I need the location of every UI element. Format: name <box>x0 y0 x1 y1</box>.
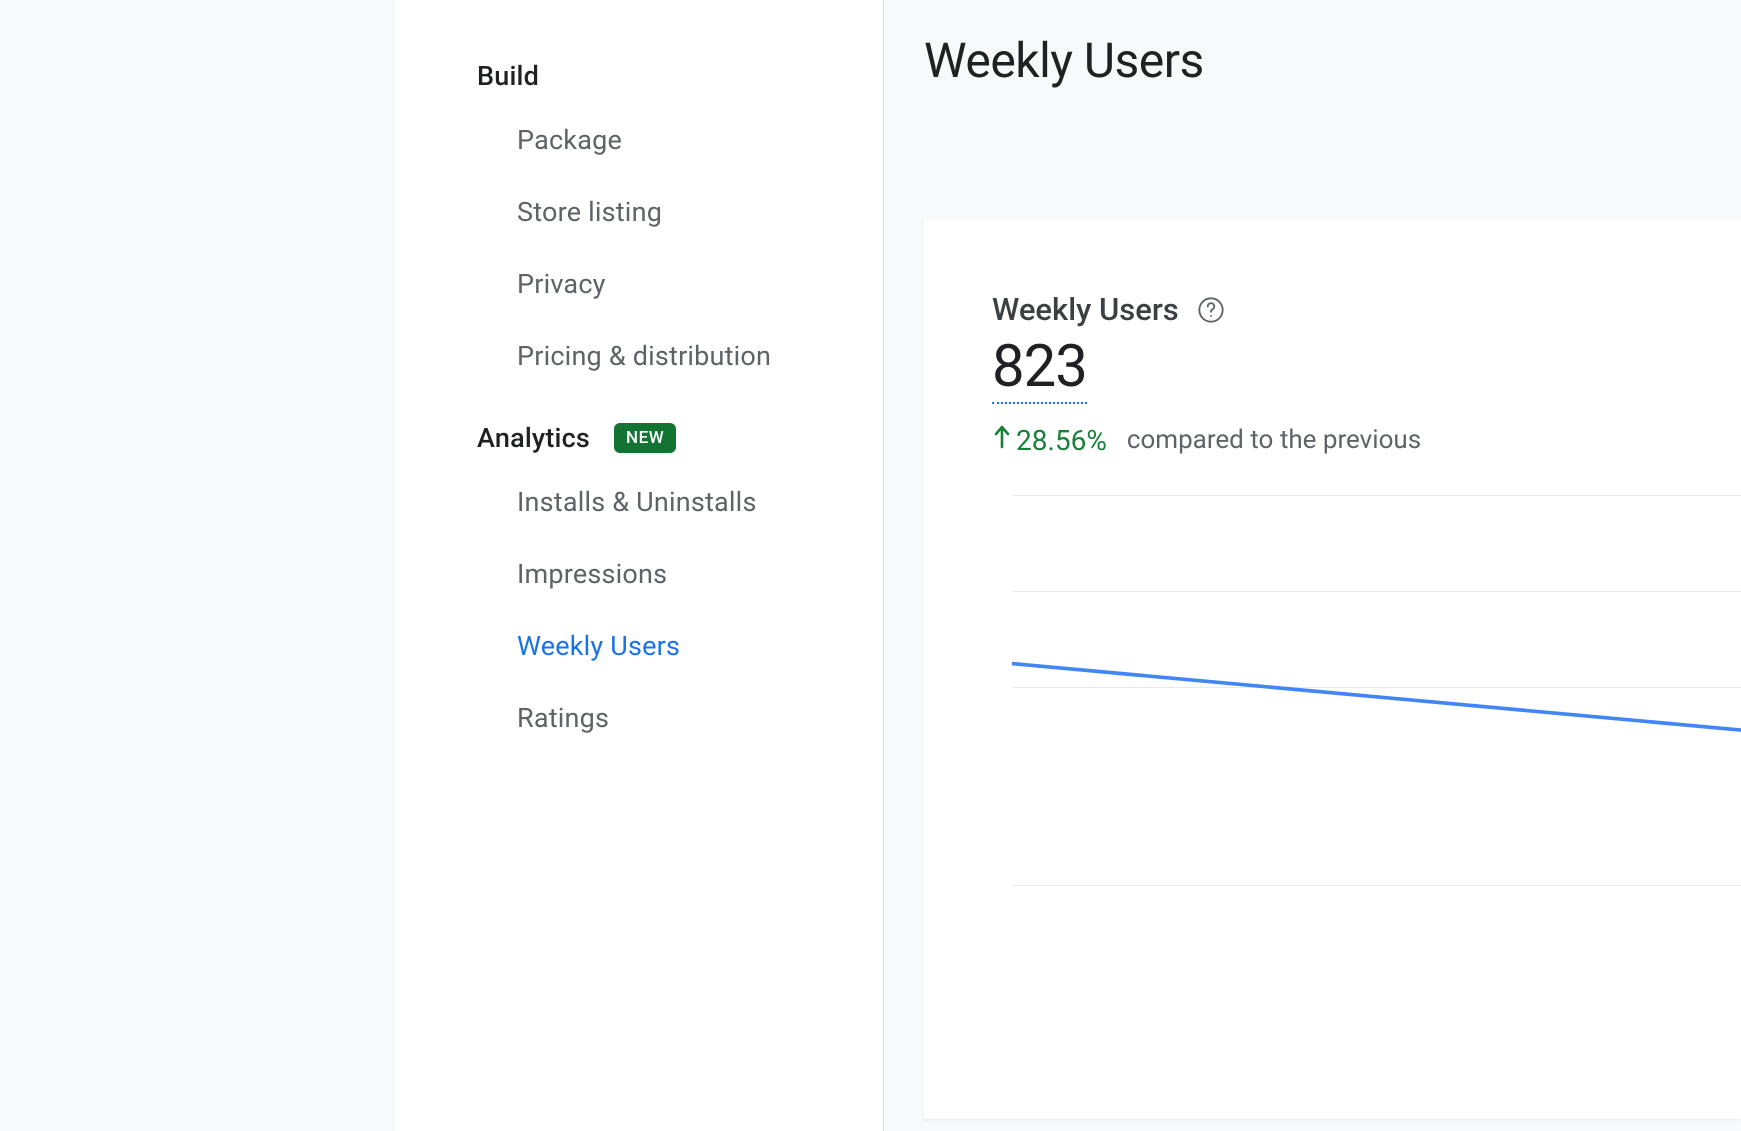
metric-header: Weekly Users <box>992 291 1741 328</box>
section-title: Analytics <box>477 422 590 454</box>
compared-text: compared to the previous <box>1127 425 1421 455</box>
metric-change-row: 28.56% compared to the previous <box>992 424 1741 457</box>
sidebar-item-weekly-users[interactable]: Weekly Users <box>395 610 883 682</box>
metric-title: Weekly Users <box>992 291 1179 328</box>
metric-change: 28.56% <box>992 424 1107 457</box>
weekly-users-chart <box>1012 495 1741 995</box>
left-empty-region <box>0 0 395 1131</box>
section-header-build[interactable]: Build <box>395 48 883 104</box>
metric-change-pct: 28.56% <box>1016 424 1107 457</box>
new-badge: NEW <box>614 423 676 453</box>
section-title: Build <box>477 60 539 92</box>
sidebar-item-store-listing[interactable]: Store listing <box>395 176 883 248</box>
weekly-users-card: Weekly Users 823 28.56% comp <box>924 219 1741 1119</box>
sidebar-item-impressions[interactable]: Impressions <box>395 538 883 610</box>
sidebar-item-ratings[interactable]: Ratings <box>395 682 883 754</box>
metric-value: 823 <box>992 336 1087 404</box>
help-icon[interactable] <box>1197 296 1225 324</box>
sidebar-item-pricing-distribution[interactable]: Pricing & distribution <box>395 320 883 392</box>
chart-line-svg <box>1012 495 1741 951</box>
sidebar-item-package[interactable]: Package <box>395 104 883 176</box>
sidebar-item-installs-uninstalls[interactable]: Installs & Uninstalls <box>395 466 883 538</box>
page-title: Weekly Users <box>924 32 1741 89</box>
sidebar-item-privacy[interactable]: Privacy <box>395 248 883 320</box>
section-header-analytics[interactable]: Analytics NEW <box>395 410 883 466</box>
metric-value-wrap: 823 <box>992 336 1741 404</box>
main-content: Weekly Users Weekly Users 823 <box>883 0 1741 1131</box>
arrow-up-icon <box>992 424 1012 457</box>
sidebar: Build Package Store listing Privacy Pric… <box>395 0 883 1131</box>
